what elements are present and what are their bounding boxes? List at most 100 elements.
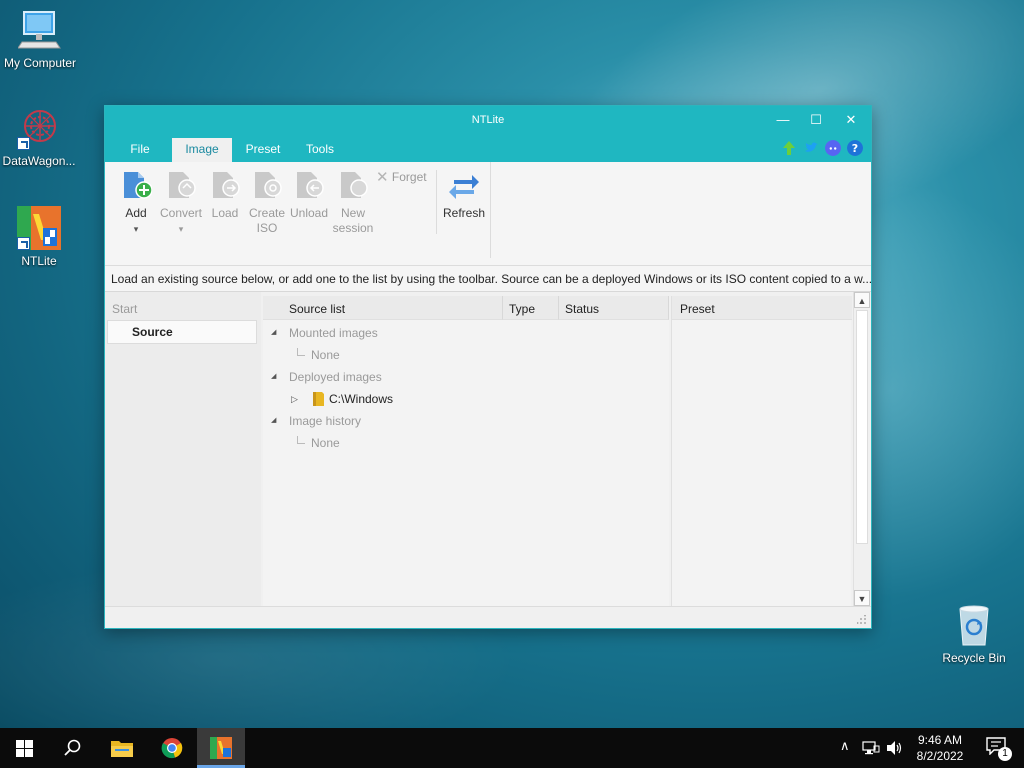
vertical-scrollbar[interactable]: ▲ ▼ bbox=[853, 292, 870, 606]
convert-label: Convert bbox=[159, 206, 203, 220]
shortcut-arrow-icon bbox=[17, 237, 30, 250]
add-dropdown-arrow[interactable]: ▾ bbox=[134, 224, 139, 234]
add-button[interactable]: Add ▾ bbox=[114, 168, 158, 237]
unload-label: Unload bbox=[289, 206, 329, 220]
clock-time: 9:46 AM bbox=[917, 733, 963, 747]
preset-pane: Preset bbox=[671, 296, 852, 606]
taskbar-chrome[interactable] bbox=[148, 728, 196, 768]
nav-source[interactable]: Source bbox=[107, 320, 257, 344]
new-session-button[interactable]: New session bbox=[329, 168, 377, 236]
desktop-icon-my-computer[interactable]: My Computer bbox=[0, 8, 80, 70]
create-iso-icon bbox=[251, 168, 283, 200]
unload-button[interactable]: Unload bbox=[287, 168, 331, 221]
forget-label: Forget bbox=[391, 170, 427, 184]
refresh-button[interactable]: Refresh bbox=[440, 168, 488, 221]
status-bar bbox=[105, 606, 871, 628]
new-session-icon bbox=[337, 168, 369, 200]
left-navigation: Start Source bbox=[105, 292, 261, 606]
tree-connector bbox=[297, 348, 305, 356]
scroll-up-icon[interactable]: ▲ bbox=[854, 292, 870, 308]
minimize-button[interactable]: — bbox=[765, 106, 801, 136]
notification-center-button[interactable]: 1 bbox=[986, 737, 1012, 761]
network-icon[interactable] bbox=[862, 741, 880, 755]
taskbar-file-explorer[interactable] bbox=[98, 728, 146, 768]
desktop-icon-label: Recycle Bin bbox=[942, 651, 1006, 665]
system-clock[interactable]: 9:46 AM 8/2/2022 bbox=[910, 732, 970, 764]
taskbar-ntlite[interactable] bbox=[197, 728, 245, 768]
system-tray: ∧ bbox=[838, 728, 918, 768]
add-image-icon bbox=[120, 168, 153, 200]
ntlite-icon bbox=[17, 206, 61, 250]
create-iso-label-1: Create bbox=[248, 206, 286, 220]
toolbar-separator bbox=[436, 170, 437, 234]
new-session-label-1: New bbox=[340, 206, 365, 220]
twitter-icon[interactable] bbox=[803, 140, 819, 156]
clock-date: 8/2/2022 bbox=[916, 749, 964, 763]
maximize-button[interactable]: ☐ bbox=[798, 106, 834, 136]
window-titlebar[interactable]: NTLite — ☐ ✕ bbox=[105, 106, 871, 136]
scroll-down-icon[interactable]: ▼ bbox=[854, 590, 870, 606]
source-list-pane: Source list Type Status ◢ Mounted images… bbox=[263, 296, 669, 606]
load-label: Load bbox=[211, 206, 239, 220]
tab-image[interactable]: Image bbox=[172, 138, 232, 162]
expanded-triangle-icon[interactable]: ◢ bbox=[271, 366, 276, 388]
desktop-icon-label: My Computer bbox=[3, 56, 77, 70]
svg-text:?: ? bbox=[852, 142, 858, 155]
load-icon bbox=[209, 168, 241, 200]
help-icon[interactable]: ? bbox=[847, 140, 863, 156]
close-button[interactable]: ✕ bbox=[833, 106, 869, 136]
refresh-label: Refresh bbox=[442, 206, 486, 220]
convert-icon bbox=[165, 168, 197, 200]
convert-button[interactable]: Convert ▾ bbox=[158, 168, 204, 237]
start-button[interactable] bbox=[0, 728, 48, 768]
tab-file[interactable]: File bbox=[119, 138, 161, 162]
windows-logo-icon bbox=[16, 740, 33, 757]
recycle-bin-icon bbox=[952, 603, 996, 647]
desktop-icon-recycle-bin[interactable]: Recycle Bin bbox=[934, 603, 1014, 665]
toolbar-ribbon: Add ▾ Convert ▾ Load Create ISO Unload N… bbox=[105, 162, 871, 266]
resize-grip-icon[interactable] bbox=[857, 615, 867, 625]
taskbar: ∧ 9:46 AM 8/2/2022 1 bbox=[0, 728, 1024, 768]
collapsed-triangle-icon[interactable]: ▷ bbox=[291, 388, 298, 410]
volume-icon[interactable] bbox=[886, 740, 904, 756]
tab-preset[interactable]: Preset bbox=[240, 138, 286, 162]
x-icon: ✕ bbox=[376, 169, 389, 186]
new-session-label-2: session bbox=[332, 221, 374, 235]
tree-label: Deployed images bbox=[289, 370, 382, 384]
image-folder-icon bbox=[313, 392, 324, 406]
expanded-triangle-icon[interactable]: ◢ bbox=[271, 410, 276, 432]
refresh-icon bbox=[448, 168, 480, 200]
create-iso-button[interactable]: Create ISO bbox=[245, 168, 289, 236]
tab-tools[interactable]: Tools bbox=[297, 138, 343, 162]
scrollbar-thumb[interactable] bbox=[856, 310, 868, 544]
column-status[interactable]: Status bbox=[559, 296, 669, 320]
discord-icon[interactable] bbox=[825, 140, 841, 156]
folder-icon bbox=[111, 741, 133, 757]
notification-count-badge: 1 bbox=[998, 747, 1012, 761]
desktop-icon-datawagon[interactable]: DataWagon... bbox=[0, 106, 79, 168]
search-button[interactable] bbox=[48, 728, 96, 768]
column-source-list[interactable]: Source list bbox=[263, 296, 503, 320]
shortcut-arrow-icon bbox=[17, 137, 30, 150]
computer-icon bbox=[17, 8, 62, 52]
tree-label: Mounted images bbox=[289, 326, 378, 340]
load-button[interactable]: Load bbox=[203, 168, 247, 221]
expanded-triangle-icon[interactable]: ◢ bbox=[271, 322, 276, 344]
desktop-icon-ntlite[interactable]: NTLite bbox=[0, 206, 79, 268]
show-hidden-icons-icon[interactable]: ∧ bbox=[840, 738, 850, 754]
info-bar: Load an existing source below, or add on… bbox=[105, 266, 871, 292]
menu-bar: File Image Preset Tools ? bbox=[105, 136, 871, 162]
forget-button[interactable]: ✕ Forget bbox=[376, 168, 427, 186]
tree-label: None bbox=[311, 436, 340, 450]
column-preset[interactable]: Preset bbox=[672, 296, 852, 320]
datawagon-icon bbox=[17, 106, 61, 150]
nav-start[interactable]: Start bbox=[112, 302, 137, 316]
ntlite-icon bbox=[210, 737, 232, 759]
header-icon-group: ? bbox=[781, 140, 863, 156]
add-label: Add bbox=[125, 206, 147, 220]
upgrade-arrow-icon[interactable] bbox=[781, 140, 797, 156]
column-type[interactable]: Type bbox=[503, 296, 559, 320]
search-icon bbox=[64, 739, 81, 756]
unload-icon bbox=[293, 168, 325, 200]
chrome-icon bbox=[161, 738, 183, 759]
